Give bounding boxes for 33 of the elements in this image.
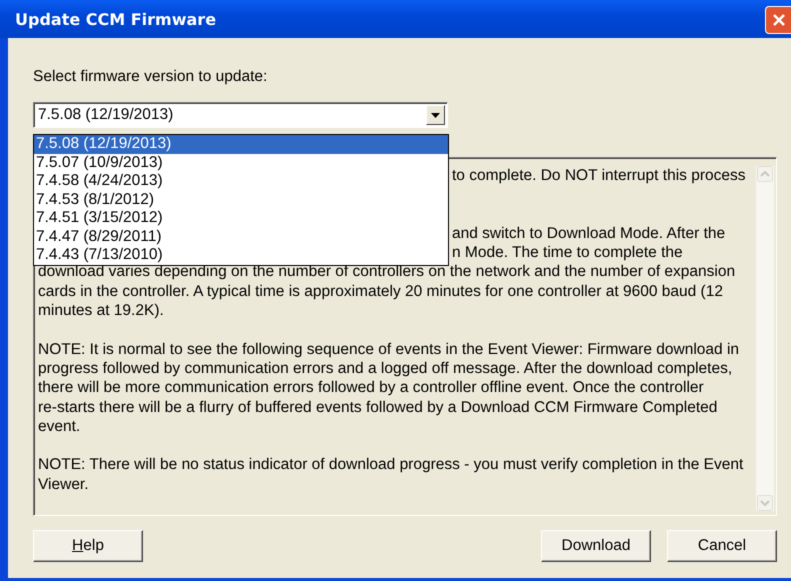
version-option[interactable]: 7.4.51 (3/15/2012) [34, 209, 448, 228]
notes-text-line: there will be more communication errors followed by a controller offline event. Once the controller [38, 378, 705, 398]
prompt-label: Select firmware version to update: [33, 68, 268, 86]
notes-text-line: and switch to Download Mode. After the [452, 224, 726, 244]
version-dropdown[interactable]: 7.5.08 (12/19/2013) [33, 102, 448, 128]
notes-text-line: NOTE: It is normal to see the following sequence of events in the Event Viewer: Firmware download in [38, 340, 740, 359]
version-option[interactable]: 7.4.47 (8/29/2011) [34, 228, 448, 246]
version-option[interactable]: 7.4.53 (8/1/2012) [34, 190, 448, 209]
dropdown-arrow-button[interactable] [426, 105, 445, 125]
dialog-button[interactable]: Cancel [667, 530, 777, 562]
dialog-button[interactable]: Help [33, 530, 143, 562]
notes-text-line: re-starts there will be a flurry of buffered events followed by a Download CCM Firmware Completed [38, 398, 718, 417]
version-option[interactable]: 7.4.58 (4/24/2013) [34, 172, 448, 190]
notes-text-line: Viewer. [38, 474, 90, 494]
scroll-down-icon[interactable] [757, 495, 773, 511]
scroll-bar[interactable] [756, 166, 774, 511]
notes-text-line: n Mode. The time to complete the [452, 243, 684, 262]
notes-text-line: progress followed by communication errors and a logged off message. After the download completes, [38, 358, 734, 378]
version-option[interactable]: 7.5.08 (12/19/2013) [34, 135, 448, 154]
close-button[interactable] [765, 6, 791, 34]
notes-text-line: download varies depending on the number of controllers on the network and the number of expansion [38, 262, 736, 282]
dialog-button[interactable]: Download [541, 530, 651, 562]
version-option[interactable]: 7.5.07 (10/9/2013) [34, 154, 448, 172]
version-option[interactable]: 7.4.43 (7/13/2010) [34, 246, 448, 264]
scroll-up-icon[interactable] [757, 166, 773, 182]
notes-text-line: minutes at 19.2K). [38, 301, 165, 320]
notes-text-line: event. [38, 416, 82, 436]
notes-text-line: cards in the controller. A typical time is approximately 20 minutes for one controller at 9600 baud (12 [38, 282, 724, 302]
close-icon [772, 13, 786, 27]
notes-text-line: to complete. Do NOT interrupt this process [452, 166, 746, 186]
caret-icon [431, 112, 440, 118]
window-title: Update CCM Firmware [15, 10, 216, 28]
notes-text-line: NOTE: There will be no status indicator of download progress - you must verify completion in the Event [38, 455, 744, 475]
